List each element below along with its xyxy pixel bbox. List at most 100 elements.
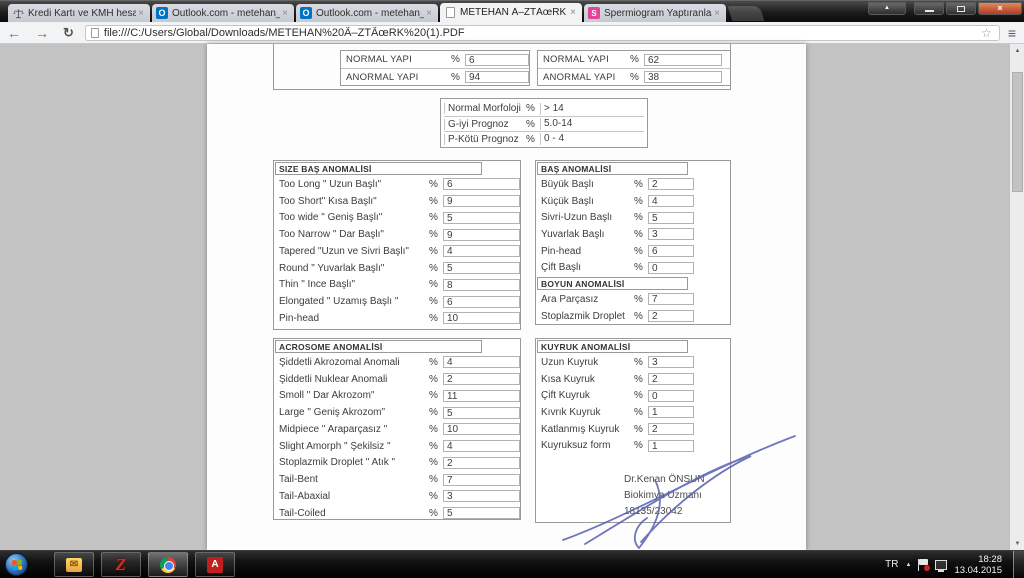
restore-button[interactable] <box>946 2 976 15</box>
back-button[interactable]: ← <box>0 26 28 40</box>
window-controls: ▲ × <box>868 2 1022 15</box>
address-bar[interactable]: file:///C:/Users/Global/Downloads/METEHA… <box>85 25 1000 41</box>
field-value: 9 <box>443 229 520 241</box>
field-row: Şiddetli Nuklear Anomali % 2 <box>274 371 520 388</box>
field-label: Ara Parçasız <box>536 294 634 305</box>
field-value: 5 <box>443 507 520 519</box>
field-label: Too Narrow " Dar Başlı" <box>274 229 429 240</box>
tab-outlook-1[interactable]: O Outlook.com - metehan_ × <box>152 4 294 22</box>
taskbar-z-app-button[interactable]: Z <box>101 552 141 577</box>
percent-sign: % <box>429 179 443 190</box>
percent-sign: % <box>429 246 443 257</box>
tab-close-icon[interactable]: × <box>568 7 578 18</box>
new-tab-button[interactable] <box>728 6 765 21</box>
field-row: Kıvrık Kuyruk % 1 <box>536 404 730 421</box>
field-value: 10 <box>443 423 520 435</box>
field-value: 6 <box>648 245 694 257</box>
field-label: Sivri-Uzun Başlı <box>536 212 634 223</box>
percent-sign: % <box>634 179 648 190</box>
field-label: G-iyi Prognoz <box>444 119 526 130</box>
start-button[interactable] <box>5 553 28 576</box>
hidden-icons-chevron[interactable]: ▲ <box>906 562 912 568</box>
page-file-icon <box>91 28 99 38</box>
chrome-icon <box>160 557 176 573</box>
network-icon[interactable] <box>935 560 947 570</box>
tab-kredi-karti[interactable]: Kredi Kartı ve KMH hesab × <box>8 4 150 22</box>
scales-icon <box>12 7 24 19</box>
reload-button[interactable]: ↻ <box>56 26 81 40</box>
forward-button[interactable]: → <box>28 26 56 40</box>
field-value: 7 <box>443 474 520 486</box>
field-value: 2 <box>443 373 520 385</box>
panel-button[interactable]: ▲ <box>868 2 906 15</box>
field-value: 4 <box>443 440 520 452</box>
field-label: Uzun Kuyruk <box>536 357 634 368</box>
field-label: Pin-head <box>536 246 634 257</box>
percent-sign: % <box>451 54 465 65</box>
close-button[interactable]: × <box>978 2 1022 15</box>
field-label: Normal Morfoloji <box>444 103 526 114</box>
action-center-flag-icon[interactable] <box>918 559 928 571</box>
percent-sign: % <box>429 457 443 468</box>
vertical-scrollbar[interactable]: ▲ ▼ <box>1009 44 1024 550</box>
percent-sign: % <box>634 311 648 322</box>
field-row: Normal Morfoloji % > 14 <box>444 101 644 116</box>
pdf-viewer: NORMAL YAPI % 6 ANORMAL YAPI % 94 <box>0 44 1024 550</box>
field-row: Pin-head % 10 <box>274 310 520 327</box>
scrollbar-thumb[interactable] <box>1012 72 1023 192</box>
menu-icon[interactable]: ≡ <box>1006 25 1024 41</box>
taskbar-chrome-button[interactable] <box>148 552 188 577</box>
percent-sign: % <box>429 296 443 307</box>
tab-close-icon[interactable]: × <box>136 8 146 19</box>
field-value: 2 <box>648 178 694 190</box>
field-row: Tail-Bent % 7 <box>274 471 520 488</box>
screen: { "browser": { "tabs": [ { "title": "Kre… <box>0 0 1024 578</box>
field-label: Midpiece " Araparçasız " <box>274 424 429 435</box>
percent-sign: % <box>429 196 443 207</box>
field-value: 8 <box>443 279 520 291</box>
field-row: Slight Amorph " Şekilsiz " % 4 <box>274 438 520 455</box>
field-value: 2 <box>648 310 694 322</box>
url-text[interactable]: file:///C:/Users/Global/Downloads/METEHA… <box>104 27 979 39</box>
field-row: Küçük Başlı % 4 <box>536 193 730 210</box>
scroll-down-icon[interactable]: ▼ <box>1010 537 1024 550</box>
outlook-icon: O <box>156 7 168 19</box>
show-desktop-button[interactable] <box>1013 551 1024 578</box>
field-label: Too Long " Uzun Başlı" <box>274 179 429 190</box>
field-row: Too Short" Kısa Başlı" % 9 <box>274 193 520 210</box>
field-value: 94 <box>465 71 529 83</box>
field-label: Smoll " Dar Akrozom" <box>274 390 429 401</box>
percent-sign: % <box>429 357 443 368</box>
tab-spermiogram[interactable]: S Spermiogram Yaptıranla × <box>584 4 726 22</box>
minimize-button[interactable] <box>914 2 944 15</box>
taskbar-adobe-button[interactable]: A <box>195 552 235 577</box>
percent-sign: % <box>526 134 540 145</box>
section-header: SIZE BAŞ ANOMALİSİ <box>275 162 482 175</box>
field-label: Slight Amorph " Şekilsiz " <box>274 441 429 452</box>
clock[interactable]: 18:28 13.04.2015 <box>954 554 1002 576</box>
language-indicator[interactable]: TR <box>885 559 898 570</box>
tab-close-icon[interactable]: × <box>712 8 722 19</box>
tab-close-icon[interactable]: × <box>424 8 434 19</box>
tab-close-icon[interactable]: × <box>280 8 290 19</box>
field-value: 0 <box>648 262 694 274</box>
section-header: KUYRUK ANOMALİSİ <box>537 340 688 353</box>
outlook-icon: O <box>300 7 312 19</box>
browser-toolbar: ← → ↻ file:///C:/Users/Global/Downloads/… <box>0 22 1024 44</box>
percent-sign: % <box>634 407 648 418</box>
percent-sign: % <box>634 246 648 257</box>
field-row: Yuvarlak Başlı % 3 <box>536 226 730 243</box>
tray-date: 13.04.2015 <box>954 565 1002 576</box>
field-row: Ara Parçasız % 7 <box>536 291 730 308</box>
field-label: Küçük Başlı <box>536 196 634 207</box>
tab-metehan-pdf[interactable]: METEHAN Ã–ZTÃœRK (1) × <box>440 3 582 22</box>
field-label: Çift Kuyruk <box>536 390 634 401</box>
field-value: 10 <box>443 312 520 324</box>
tab-outlook-2[interactable]: O Outlook.com - metehan_ × <box>296 4 438 22</box>
field-row: Çift Kuyruk % 0 <box>536 387 730 404</box>
taskbar-outlook-button[interactable]: ✉ <box>54 552 94 577</box>
field-value: 2 <box>648 373 694 385</box>
bookmark-star-icon[interactable]: ☆ <box>979 26 994 40</box>
scroll-up-icon[interactable]: ▲ <box>1010 44 1024 57</box>
percent-sign: % <box>429 441 443 452</box>
